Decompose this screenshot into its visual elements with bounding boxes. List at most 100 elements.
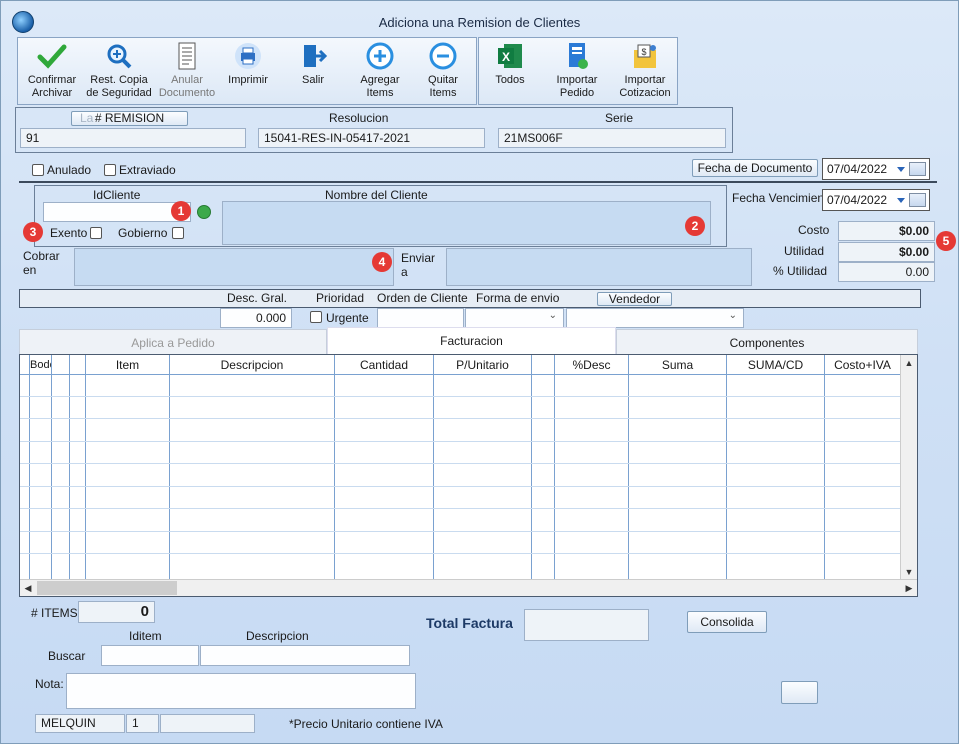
- grid-col-suma-cd[interactable]: SUMA/CD: [727, 355, 825, 375]
- svg-text:X: X: [502, 50, 510, 64]
- utilidad-field: $0.00: [838, 242, 935, 262]
- minus-circle-icon: [429, 42, 457, 70]
- grid-col-costo-iva[interactable]: Costo+IVA: [825, 355, 900, 375]
- anular-documento-button[interactable]: Anular Documento: [158, 42, 216, 100]
- tab-aplica-pedido[interactable]: Aplica a Pedido: [19, 329, 327, 355]
- vendedor-select[interactable]: ⌄: [566, 308, 744, 328]
- cobrar-en-label: Cobrar en: [23, 249, 60, 277]
- grid-row-line: [20, 441, 900, 442]
- rest-copia-label: Rest. Copia de Seguridad: [86, 74, 152, 99]
- importar-pedido-button[interactable]: Importar Pedido: [549, 42, 605, 100]
- idcliente-input[interactable]: [43, 202, 191, 222]
- grid-col-blank-3[interactable]: [532, 355, 555, 375]
- grid-col-descripcion[interactable]: Descripcion: [170, 355, 335, 375]
- buscar-descripcion-input[interactable]: [200, 645, 410, 666]
- grid-col-punitario[interactable]: P/Unitario: [434, 355, 532, 375]
- urgente-checkbox[interactable]: [310, 311, 322, 323]
- excel-icon: X: [498, 44, 522, 68]
- grid-row-line: [20, 486, 900, 487]
- tab-facturacion[interactable]: Facturacion: [327, 327, 616, 355]
- rest-copia-button[interactable]: Rest. Copia de Seguridad: [84, 42, 154, 100]
- resolucion-field[interactable]: 15041-RES-IN-05417-2021: [258, 128, 485, 148]
- grid-col-blank-1[interactable]: [52, 355, 70, 375]
- grid-col-blank-2[interactable]: [70, 355, 86, 375]
- cobrar-en-field[interactable]: [74, 248, 394, 286]
- grid-col-pct-desc[interactable]: %Desc: [555, 355, 629, 375]
- iva-note: *Precio Unitario contiene IVA: [289, 717, 443, 731]
- chevron-down-icon[interactable]: [897, 167, 905, 172]
- resolucion-label: Resolucion: [329, 111, 389, 125]
- imprimir-button[interactable]: Imprimir: [222, 42, 274, 87]
- grid-vline: [531, 375, 532, 580]
- document-header-panel: La # REMISION Resolucion Serie 91 15041-…: [15, 107, 733, 153]
- grid-vertical-scrollbar[interactable]: ▲ ▼: [900, 355, 917, 580]
- grid-col-bodega[interactable]: Bodega: [30, 355, 52, 375]
- remision-header[interactable]: La # REMISION: [71, 111, 188, 126]
- items-grid[interactable]: Bodega Item Descripcion Cantidad P/Unita…: [19, 354, 918, 597]
- costo-label: Costo: [798, 223, 830, 237]
- grid-vline: [554, 375, 555, 580]
- nombre-cliente-label: Nombre del Cliente: [325, 188, 428, 202]
- grid-col-suma[interactable]: Suma: [629, 355, 727, 375]
- fecha-documento-button[interactable]: Fecha de Documento: [692, 159, 818, 177]
- enviar-a-field[interactable]: [446, 248, 752, 286]
- salir-label: Salir: [301, 74, 324, 86]
- forma-envio-select[interactable]: ⌄: [465, 308, 564, 328]
- nota-textarea[interactable]: [66, 673, 416, 709]
- scroll-thumb[interactable]: [37, 581, 177, 595]
- agregar-items-button[interactable]: Agregar Items: [352, 42, 408, 100]
- salir-button[interactable]: Salir: [288, 42, 338, 87]
- total-factura-label: Total Factura: [426, 615, 513, 631]
- import-toolbar: X Todos Importar Pedido $ Importar Cotiz…: [478, 37, 678, 105]
- scroll-down-icon[interactable]: ▼: [901, 564, 917, 580]
- tab-componentes[interactable]: Componentes: [616, 329, 918, 355]
- agregar-label: Agregar Items: [360, 74, 400, 99]
- items-count-field: 0: [78, 601, 155, 623]
- utilidad-label: Utilidad: [784, 244, 825, 258]
- importar-pedido-label: Importar Pedido: [556, 74, 598, 99]
- fecha-vencimiento-picker[interactable]: 07/04/2022: [822, 189, 930, 211]
- grid-col-item[interactable]: Item: [86, 355, 170, 375]
- grid-col-cantidad[interactable]: Cantidad: [335, 355, 434, 375]
- scroll-right-icon[interactable]: ▶: [901, 580, 917, 596]
- anulado-checkbox[interactable]: [32, 164, 44, 176]
- quitar-items-button[interactable]: Quitar Items: [416, 42, 470, 100]
- chevron-down-icon: ⌄: [548, 310, 557, 321]
- scroll-left-icon[interactable]: ◀: [20, 580, 36, 596]
- grid-vline: [628, 375, 629, 580]
- extraviado-checkbox[interactable]: [104, 164, 116, 176]
- consolida-button[interactable]: Consolida: [687, 611, 767, 633]
- chevron-down-icon: ⌄: [728, 310, 737, 321]
- gobierno-label: Gobierno: [118, 226, 168, 240]
- orden-cliente-input[interactable]: [377, 308, 464, 328]
- calendar-icon[interactable]: [909, 193, 926, 207]
- fecha-documento-picker[interactable]: 07/04/2022: [822, 158, 930, 180]
- serie-field[interactable]: 21MS006F: [498, 128, 726, 148]
- grid-horizontal-scrollbar[interactable]: ◀ ▶: [20, 579, 917, 596]
- blank-button[interactable]: [781, 681, 818, 704]
- vendedor-button[interactable]: Vendedor: [597, 292, 672, 306]
- scroll-up-icon[interactable]: ▲: [901, 355, 917, 371]
- validate-check-icon[interactable]: [197, 205, 211, 219]
- window-title: Adiciona una Remision de Clientes: [378, 15, 581, 30]
- calendar-icon[interactable]: [909, 162, 926, 176]
- document-icon: [178, 42, 196, 70]
- todos-button[interactable]: X Todos: [485, 42, 535, 87]
- fecha-vencimiento-label: Fecha Vencimien: [732, 191, 825, 205]
- confirmar-archivar-button[interactable]: Confirmar Archivar: [24, 42, 80, 100]
- pct-utilidad-label: % Utilidad: [773, 264, 828, 278]
- desc-gral-input[interactable]: 0.000: [220, 308, 292, 328]
- exento-checkbox[interactable]: [90, 227, 102, 239]
- nombre-cliente-field[interactable]: [222, 201, 711, 245]
- grid-vline: [334, 375, 335, 580]
- confirmar-label: Confirmar Archivar: [27, 74, 77, 99]
- anulado-label: Anulado: [47, 163, 92, 177]
- callout-badge-5: 5: [936, 231, 956, 251]
- importar-cotizacion-button[interactable]: $ Importar Cotizacion: [615, 42, 675, 100]
- chevron-down-icon[interactable]: [897, 198, 905, 203]
- remision-number-field[interactable]: 91: [20, 128, 246, 148]
- gobierno-checkbox[interactable]: [172, 227, 184, 239]
- options-bar: [19, 289, 921, 308]
- imprimir-label: Imprimir: [228, 74, 268, 86]
- buscar-iditem-input[interactable]: [101, 645, 199, 666]
